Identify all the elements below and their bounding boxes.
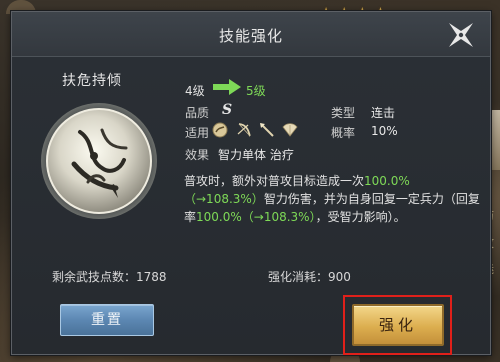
next-level: 5级 (246, 84, 266, 98)
quality-value: S (222, 102, 233, 118)
close-x-icon[interactable] (446, 20, 476, 50)
skill-description: 普攻时，额外对普攻目标造成一次100.0%（→108.3%）智力伤害，并为自身回… (184, 172, 480, 226)
rate-label: 概率 (331, 126, 356, 140)
enhance-button[interactable]: 强化 (352, 304, 444, 346)
effect-label: 效果 (185, 148, 210, 162)
description-text: 普攻时，额外对普攻目标造成一次 (184, 174, 365, 188)
spear-icon (259, 122, 275, 138)
dialog-title: 技能强化 (218, 27, 283, 45)
quality-label: 品质 (185, 106, 210, 120)
description-highlight-value: 100.0%（→108.3%） (196, 210, 316, 224)
applicable-label: 适用 (185, 126, 210, 140)
level-up-arrow-icon (212, 78, 242, 100)
skill-name: 扶危持倾 (62, 73, 122, 89)
skill-enhance-dialog: 技能强化 扶危持倾 4级 5级 品质 S 类型 连击 适用 概率 10% 效果 … (11, 11, 491, 355)
type-label: 类型 (331, 106, 356, 120)
fan-icon (282, 122, 298, 138)
dialog-title-bar: 技能强化 (12, 12, 490, 57)
rate-value: 10% (371, 124, 398, 138)
orb-weapon-icon (212, 122, 228, 138)
reset-button[interactable]: 重置 (60, 304, 154, 336)
skill-orb-icon (40, 102, 158, 220)
bow-icon (236, 122, 252, 138)
effect-value: 智力单体 治疗 (218, 148, 294, 162)
remaining-skill-points: 剩余武技点数：1788 (52, 270, 167, 284)
description-text: ，受智力影响）。 (315, 210, 406, 224)
enhance-cost: 强化消耗：900 (268, 270, 351, 284)
type-value: 连击 (371, 106, 396, 120)
current-level: 4级 (185, 84, 205, 98)
